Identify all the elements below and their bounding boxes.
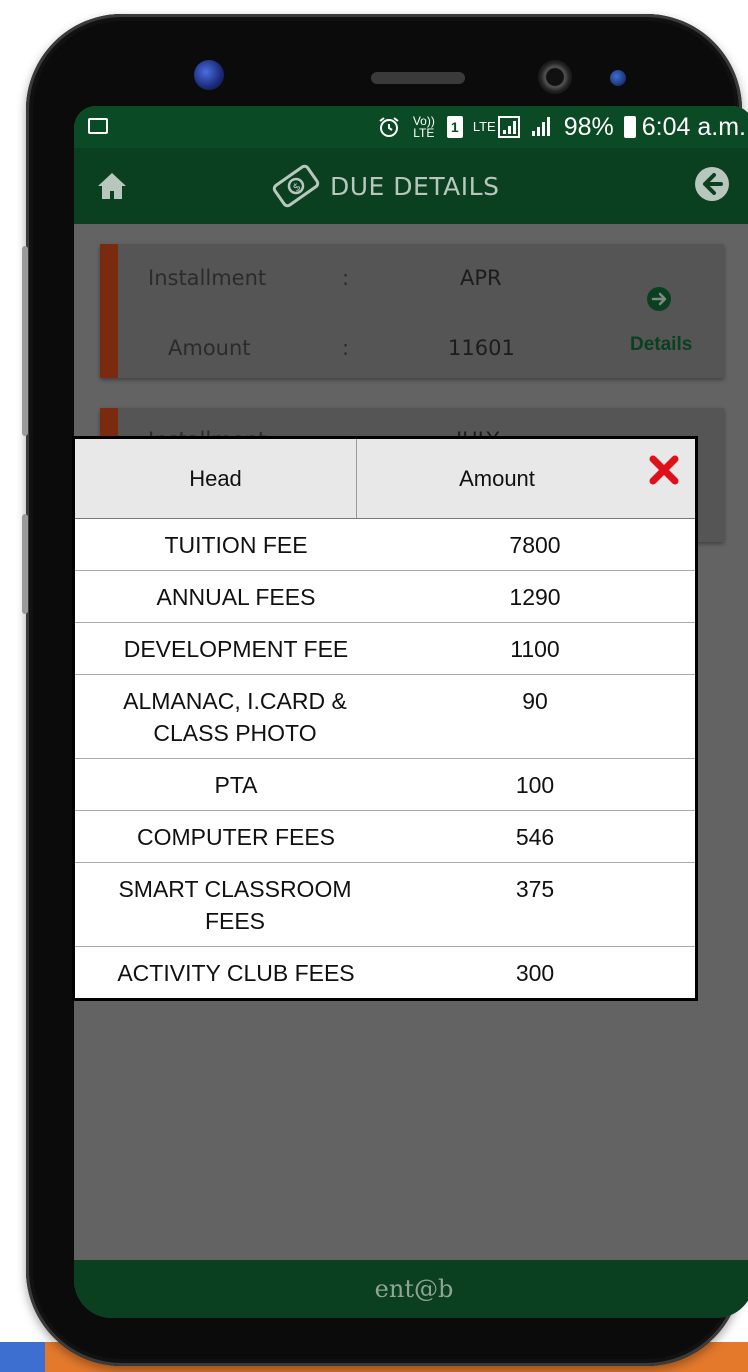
separator: :	[342, 336, 350, 360]
header-title-group: $ DUE DETAILS	[270, 164, 499, 208]
sim-icon: 1	[446, 116, 463, 138]
fee-amount-cell: 7800	[509, 532, 561, 558]
volte-indicator: Vo)) LTE	[412, 114, 435, 140]
installment-value: APR	[460, 266, 502, 290]
app-header: $ DUE DETAILS	[74, 148, 748, 224]
app-footer: ent@b	[74, 1260, 748, 1318]
table-row: TUITION FEE 7800	[75, 519, 695, 571]
battery-icon	[623, 116, 642, 138]
installment-label: Installment	[148, 266, 267, 290]
amount-label: Amount	[168, 336, 251, 360]
table-row: DEVELOPMENT FEE 1100	[75, 623, 695, 675]
table-row: ALMANAC, I.CARD & CLASS PHOTO 90	[75, 675, 695, 759]
fee-head-cell: SMART CLASSROOM FEES	[118, 876, 352, 934]
money-icon: $	[272, 164, 320, 208]
fee-head-cell: DEVELOPMENT FEE	[123, 636, 349, 662]
column-header-head: Head	[189, 465, 242, 491]
table-row: ACTIVITY CLUB FEES 300	[75, 947, 695, 999]
fee-breakdown-dialog: Head Amount TUITION FEE 7800 ANNUAL FEES…	[72, 436, 698, 1001]
fee-head-cell: ALMANAC, I.CARD & CLASS PHOTO	[123, 688, 347, 746]
signal-icon	[530, 116, 554, 138]
table-row: ANNUAL FEES 1290	[75, 571, 695, 623]
fee-head-cell: TUITION FEE	[164, 532, 308, 558]
installment-card: Installment : APR Amount : 11601 Details	[100, 244, 724, 378]
fee-amount-cell: 90	[522, 688, 548, 714]
front-camera	[538, 60, 572, 94]
clock-time: 6:04 a.m.	[641, 112, 746, 141]
fee-amount-cell: 100	[515, 772, 555, 798]
fee-head-cell: ACTIVITY CLUB FEES	[117, 960, 355, 986]
proximity-sensor	[610, 70, 626, 86]
fee-amount-cell: 1100	[510, 636, 560, 662]
fee-head-cell: PTA	[214, 772, 258, 798]
fee-amount-cell: 546	[515, 824, 555, 850]
screenshot-notification-icon	[88, 118, 108, 134]
alarm-icon	[377, 115, 401, 139]
page-title: DUE DETAILS	[330, 171, 500, 201]
column-header-amount: Amount	[459, 465, 535, 491]
home-icon[interactable]	[96, 170, 128, 202]
table-row: PTA 100	[75, 759, 695, 811]
bixby-button	[22, 514, 28, 614]
fee-table-header: Head Amount	[75, 439, 695, 519]
table-row: SMART CLASSROOM FEES 375	[75, 863, 695, 947]
volume-button	[22, 246, 28, 436]
status-bar: Vo)) LTE 1 LTE 98% 6:04 a.m.	[74, 106, 748, 148]
iris-sensor	[194, 60, 224, 90]
fee-amount-cell: 300	[515, 960, 555, 986]
back-arrow-icon[interactable]	[694, 166, 730, 202]
close-icon[interactable]	[647, 453, 681, 487]
card-accent-stripe	[100, 244, 118, 378]
lte-signal-icon: LTE	[473, 116, 520, 138]
earpiece	[371, 72, 465, 84]
fee-head-cell: ANNUAL FEES	[156, 584, 316, 610]
separator: :	[342, 266, 350, 290]
details-arrow-icon[interactable]	[646, 286, 672, 312]
entab-logo: ent@b	[374, 1275, 454, 1303]
details-link[interactable]: Details	[630, 334, 692, 356]
fee-amount-cell: 1290	[509, 584, 561, 610]
table-row: COMPUTER FEES 546	[75, 811, 695, 863]
amount-value: 11601	[448, 336, 515, 360]
fee-head-cell: COMPUTER FEES	[136, 824, 336, 850]
fee-amount-cell: 375	[515, 876, 555, 902]
battery-percent: 98%	[563, 112, 614, 141]
